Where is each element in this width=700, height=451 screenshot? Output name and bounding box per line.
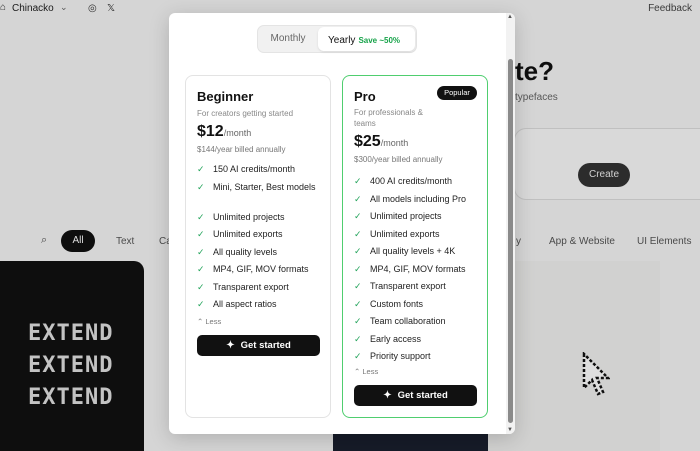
plan-name: Beginner	[197, 89, 254, 104]
feature-item: ✓ MP4, GIF, MOV formats	[197, 264, 309, 274]
price-period: /month	[380, 138, 409, 148]
plan-description: For creators getting started	[197, 109, 294, 118]
price-amount: $25	[354, 133, 381, 150]
feature-item: ✓ 400 AI credits/month	[354, 176, 453, 186]
check-icon: ✓	[354, 351, 362, 361]
get-started-button-beginner[interactable]: ✦ Get started	[197, 335, 320, 356]
feature-item: ✓ Unlimited exports	[197, 229, 283, 239]
feature-item: ✓ Team collaboration	[354, 316, 446, 326]
feature-item: ✓ All quality levels + 4K	[354, 246, 456, 256]
plan-price: $25/month	[354, 133, 408, 151]
plan-card-pro: Pro Popular For professionals & teams $2…	[342, 75, 488, 418]
popular-badge: Popular	[437, 86, 477, 100]
feature-item: ✓ Unlimited projects	[354, 211, 442, 221]
check-icon: ✓	[197, 281, 205, 292]
scroll-up-arrow-icon[interactable]: ▲	[507, 14, 513, 20]
feature-item: ✓ Unlimited exports	[354, 228, 440, 239]
check-icon: ✓	[354, 333, 362, 344]
chevron-up-icon: ⌃	[197, 317, 204, 326]
check-icon: ✓	[354, 193, 362, 204]
plan-price: $12/month	[197, 123, 251, 141]
check-icon: ✓	[197, 181, 205, 192]
feature-item: ✓ Custom fonts	[354, 298, 424, 309]
feature-list: ✓ 150 AI credits/month ✓ Mini, Starter, Be…	[197, 163, 325, 316]
check-icon: ✓	[354, 298, 362, 309]
less-toggle[interactable]: ⌃ Less	[354, 367, 378, 376]
check-icon: ✓	[197, 246, 205, 257]
plan-name: Pro	[354, 89, 376, 104]
feature-item: ✓ Priority support	[354, 351, 431, 361]
sparkle-icon: ✦	[226, 340, 235, 351]
feature-item: ✓ Mini, Starter, Best models	[197, 181, 316, 192]
get-started-button-pro[interactable]: ✦ Get started	[354, 385, 477, 406]
check-icon: ✓	[197, 264, 205, 274]
pricing-modal: Monthly Yearly Save ~50% Beginner For cre…	[169, 13, 515, 434]
price-period: /month	[223, 128, 252, 138]
plan-card-beginner: Beginner For creators getting started $1…	[185, 75, 331, 418]
scroll-down-arrow-icon[interactable]: ▼	[507, 427, 513, 433]
feature-item: ✓ MP4, GIF, MOV formats	[354, 263, 466, 274]
check-icon: ✓	[197, 211, 205, 222]
feature-item: ✓ Early access	[354, 333, 422, 344]
toggle-yearly[interactable]: Yearly Save ~50%	[318, 27, 415, 51]
less-toggle[interactable]: ⌃ Less	[197, 317, 221, 326]
feature-item: ✓ All quality levels	[197, 246, 278, 257]
check-icon: ✓	[197, 164, 205, 174]
price-amount: $12	[197, 123, 224, 140]
check-icon: ✓	[197, 299, 205, 309]
feature-item: ✓ Unlimited projects	[197, 211, 285, 222]
check-icon: ✓	[354, 246, 362, 256]
save-badge: Save ~50%	[358, 36, 401, 45]
feature-item: ✓ All models including Pro	[354, 193, 467, 204]
scrollbar-thumb[interactable]	[508, 59, 513, 423]
billed-annually: $300/year billed annually	[354, 155, 443, 164]
plan-description: For professionals & teams	[354, 108, 423, 128]
check-icon: ✓	[354, 176, 362, 186]
check-icon: ✓	[354, 228, 362, 239]
feature-item: ✓ All aspect ratios	[197, 299, 277, 309]
check-icon: ✓	[354, 316, 362, 326]
sparkle-icon: ✦	[383, 390, 392, 401]
check-icon: ✓	[354, 281, 362, 291]
feature-item: ✓ Transparent export	[197, 281, 289, 292]
toggle-yearly-label: Yearly	[328, 35, 356, 46]
toggle-monthly[interactable]: Monthly	[258, 26, 318, 52]
chevron-up-icon: ⌃	[354, 367, 361, 376]
feature-item: ✓ Transparent export	[354, 281, 446, 291]
check-icon: ✓	[354, 263, 362, 274]
check-icon: ✓	[197, 229, 205, 239]
check-icon: ✓	[354, 211, 362, 221]
billed-annually: $144/year billed annually	[197, 145, 286, 154]
feature-item: ✓ 150 AI credits/month	[197, 164, 296, 174]
modal-scrollbar[interactable]: ▲ ▼	[506, 13, 515, 434]
billing-toggle: Monthly Yearly Save ~50%	[257, 25, 417, 53]
feature-list: ✓ 400 AI credits/month ✓ All models includ…	[354, 175, 482, 368]
